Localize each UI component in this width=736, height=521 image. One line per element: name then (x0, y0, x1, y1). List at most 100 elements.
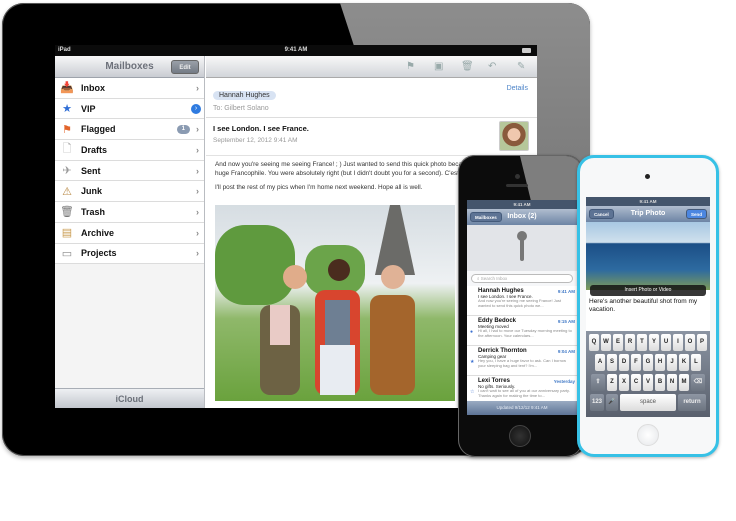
updated-status: Updated 9/12/12 9:41 AM (467, 401, 577, 415)
key-k[interactable]: K (679, 354, 689, 371)
mailbox-projects[interactable]: ▭ Projects › (55, 243, 204, 265)
key-x[interactable]: X (619, 374, 629, 391)
refresh-drop-tail (520, 239, 524, 261)
mailbox-trash[interactable]: 🗑 Trash › (55, 202, 204, 223)
inbox-title: Inbox (2) (507, 213, 537, 220)
mailbox-label: Flagged (81, 124, 116, 135)
mailbox-label: Trash (81, 206, 106, 217)
chevron-right-icon: › (196, 248, 199, 259)
compose-icon[interactable]: ✎ (517, 61, 525, 72)
mailbox-inbox[interactable]: 📥 Inbox › (55, 78, 204, 99)
folder-icon[interactable]: ▣ (434, 61, 443, 72)
battery-icon (522, 48, 531, 53)
chevron-right-icon: › (196, 206, 199, 217)
key-c[interactable]: C (631, 374, 641, 391)
message-list-item[interactable]: Derrick Thornton Camping gear Hey you, I h… (467, 346, 577, 376)
document-icon: 🗋 (62, 143, 72, 156)
pull-to-refresh (467, 225, 577, 271)
keyboard-letters: ZXCVBNM (607, 374, 689, 391)
recipient-line: To: Gilbert Solano (213, 105, 269, 112)
mailbox-label: Projects (81, 248, 117, 259)
key-q[interactable]: Q (589, 334, 599, 351)
key-a[interactable]: A (595, 354, 605, 371)
details-link[interactable]: Details (507, 85, 528, 92)
key-j[interactable]: J (667, 354, 677, 371)
mailbox-archive[interactable]: ▤ Archive › (55, 222, 204, 244)
key-m[interactable]: M (679, 374, 689, 391)
key-f[interactable]: F (631, 354, 641, 371)
key-g[interactable]: G (643, 354, 653, 371)
key-y[interactable]: Y (649, 334, 659, 351)
trash-icon[interactable]: 🗑 (461, 61, 474, 72)
mailbox-vip[interactable]: ★ VIP › (55, 98, 204, 120)
key-z[interactable]: Z (607, 374, 617, 391)
insert-photo-callout[interactable]: Insert Photo or Video (590, 285, 706, 296)
delete-key[interactable]: ⌫ (691, 374, 705, 391)
key-t[interactable]: T (637, 334, 647, 351)
ipod-camera (645, 174, 650, 179)
chevron-right-icon: › (196, 82, 199, 93)
account-footer[interactable]: iCloud (55, 388, 204, 408)
key-r[interactable]: R (625, 334, 635, 351)
message-list-item[interactable]: Eddy Bedock Meeting moved Hi all, I had to… (467, 316, 577, 346)
key-h[interactable]: H (655, 354, 665, 371)
numbers-key[interactable]: 123 (590, 394, 604, 411)
vip-info-button[interactable]: › (191, 103, 201, 114)
mailbox-drafts[interactable]: 🗋 Drafts › (55, 140, 204, 161)
edit-button[interactable]: Edit (171, 60, 199, 74)
iphone-speaker (506, 184, 528, 187)
iphone-camera (515, 174, 520, 179)
mailboxes-back-button[interactable]: Mailboxes (470, 212, 502, 222)
space-key[interactable]: space (620, 394, 676, 411)
key-p[interactable]: P (697, 334, 707, 351)
message-list-item[interactable]: Hannah Hughes I see London. I see France.… (467, 286, 577, 316)
message-time: Yesterday (553, 379, 575, 384)
dictation-key[interactable]: 🎤 (606, 394, 618, 411)
cancel-button[interactable]: Cancel (589, 209, 614, 219)
key-u[interactable]: U (661, 334, 671, 351)
chevron-right-icon: › (196, 227, 199, 238)
message-subject: I see London. I see France. (213, 124, 309, 133)
key-e[interactable]: E (613, 334, 623, 351)
iphone-home-button[interactable] (509, 425, 531, 447)
reply-icon[interactable]: ↶ (488, 61, 496, 72)
message-preview: Hey you, I have a huge favor to ask. Can… (478, 358, 567, 368)
keyboard-row: QWERTYUIOP (588, 334, 708, 351)
search-placeholder: Search Inbox (480, 276, 508, 281)
ipod-status-bar: 9:41 AM (586, 197, 710, 206)
flag-icon[interactable]: ⚑ (406, 61, 415, 72)
search-inbox-field[interactable]: ⌕ Search Inbox (471, 274, 573, 283)
key-i[interactable]: I (673, 334, 683, 351)
status-bar: iPad 9:41 AM (55, 45, 537, 56)
key-o[interactable]: O (685, 334, 695, 351)
send-button[interactable]: Send (685, 209, 707, 219)
compose-title: Trip Photo (630, 210, 666, 217)
key-l[interactable]: L (691, 354, 701, 371)
ipod-home-button[interactable] (637, 424, 659, 446)
attached-photo[interactable] (215, 205, 455, 401)
return-key[interactable]: return (678, 394, 706, 411)
iphone-screen: 9:41 AM Mailboxes Inbox (2) ⌕ Search Inb… (467, 200, 577, 415)
mailbox-junk[interactable]: ⚠ Junk › (55, 181, 204, 203)
key-v[interactable]: V (643, 374, 653, 391)
key-d[interactable]: D (619, 354, 629, 371)
sender-pill[interactable]: Hannah Hughes (213, 91, 276, 100)
mailbox-flagged[interactable]: ⚑ Flagged 1 › (55, 119, 204, 141)
mailbox-sent[interactable]: ✈ Sent › (55, 160, 204, 182)
chevron-right-icon: › (196, 165, 199, 176)
trip-photo[interactable]: Insert Photo or Video (586, 222, 710, 296)
shift-key[interactable]: ⇧ (591, 374, 605, 391)
clock: 9:41 AM (284, 47, 308, 53)
key-n[interactable]: N (667, 374, 677, 391)
ipod-clock: 9:41 AM (639, 199, 657, 204)
keyboard: QWERTYUIOP ASDFGHJKL ⇧ ZXCVBNM ⌫ 123 🎤 s… (586, 331, 710, 417)
key-b[interactable]: B (655, 374, 665, 391)
keyboard-row: ⇧ ZXCVBNM ⌫ (588, 374, 708, 391)
trash-icon: 🗑 (60, 206, 74, 219)
star-icon: ★ (62, 103, 72, 116)
key-w[interactable]: W (601, 334, 611, 351)
unread-badge: 1 (176, 124, 190, 134)
message-header: Hannah Hughes To: Gilbert Solano Details (206, 78, 537, 118)
sent-icon: ✈ (62, 165, 72, 178)
key-s[interactable]: S (607, 354, 617, 371)
